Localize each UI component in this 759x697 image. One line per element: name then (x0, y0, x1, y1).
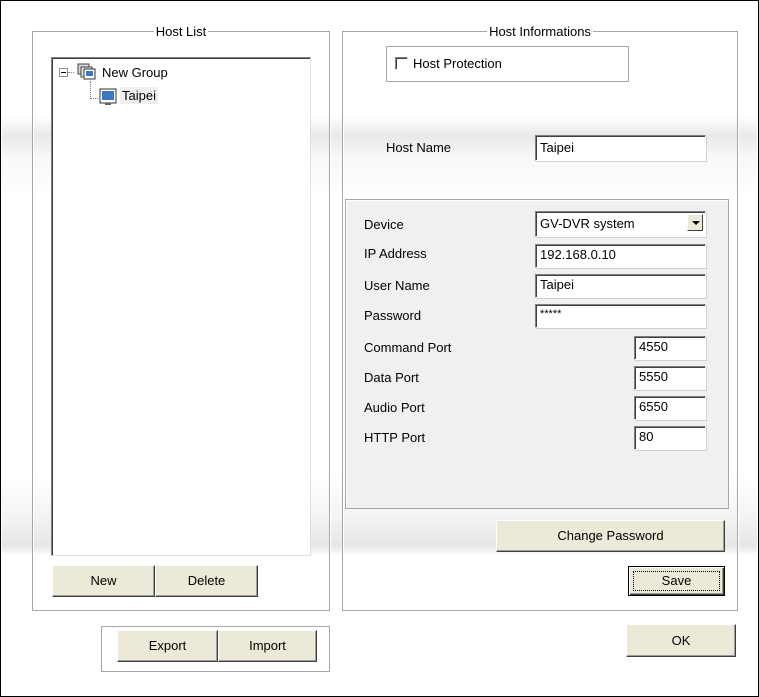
chevron-down-icon[interactable] (687, 214, 703, 231)
host-tree[interactable]: New Group Taipei (51, 57, 311, 556)
data-port-field[interactable]: 5550 (634, 366, 706, 390)
collapse-icon[interactable] (59, 68, 68, 77)
focus-rect (633, 571, 720, 591)
command-port-field[interactable]: 4550 (634, 336, 706, 360)
tree-connector (90, 98, 98, 99)
audio-port-label: Audio Port (364, 400, 425, 415)
host-protection-label[interactable]: Host Protection (413, 56, 502, 71)
dialog-window: Host List New Group Taipei New Delete Ho… (0, 0, 759, 697)
group-monitor-icon (77, 63, 97, 81)
delete-button[interactable]: Delete (155, 565, 258, 597)
user-name-label: User Name (364, 278, 430, 293)
host-name-label: Host Name (386, 140, 452, 155)
data-port-label: Data Port (364, 370, 419, 385)
host-info-title: Host Informations (487, 24, 593, 39)
http-port-field[interactable]: 80 (634, 426, 706, 450)
change-password-button[interactable]: Change Password (496, 520, 725, 552)
password-field[interactable]: ***** (535, 304, 706, 328)
export-button[interactable]: Export (117, 630, 218, 662)
ip-address-label: IP Address (364, 246, 427, 261)
command-port-label: Command Port (364, 340, 452, 355)
ip-address-field[interactable]: 192.168.0.10 (535, 244, 706, 268)
host-monitor-icon (99, 88, 117, 106)
host-name-field[interactable]: Taipei (535, 135, 706, 161)
ok-button[interactable]: OK (626, 624, 736, 657)
tree-host-label[interactable]: Taipei (120, 87, 158, 104)
device-select[interactable]: GV-DVR system (535, 211, 706, 237)
user-name-field[interactable]: Taipei (535, 274, 706, 298)
tree-connector (68, 72, 74, 73)
tree-group-label[interactable]: New Group (102, 65, 168, 80)
save-button[interactable]: Save (628, 566, 725, 596)
import-button[interactable]: Import (218, 630, 317, 662)
device-select-value: GV-DVR system (540, 216, 635, 231)
new-button[interactable]: New (52, 565, 155, 597)
host-list-title: Host List (153, 24, 209, 39)
device-label: Device (364, 217, 404, 232)
http-port-label: HTTP Port (364, 430, 426, 445)
audio-port-field[interactable]: 6550 (634, 396, 706, 420)
tree-connector (90, 81, 91, 99)
password-label: Password (364, 308, 422, 323)
host-protection-checkbox[interactable] (395, 57, 408, 70)
